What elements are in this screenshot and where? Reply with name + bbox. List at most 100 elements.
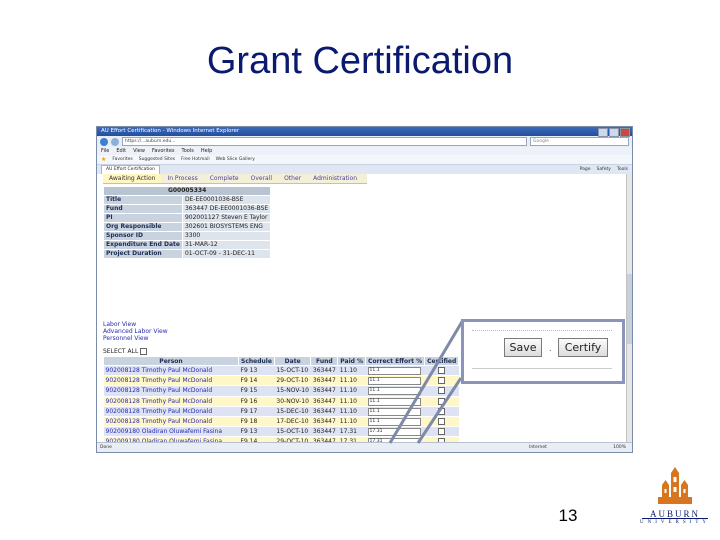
- scroll-thumb[interactable]: [627, 274, 632, 344]
- person-link[interactable]: 902008128 Timothy Paul McDonald: [103, 375, 239, 387]
- advanced-labor-view-link[interactable]: Advanced Labor View: [103, 328, 168, 335]
- suggested-sites-link[interactable]: Suggested Sites: [139, 155, 175, 164]
- certified-checkbox[interactable]: [438, 397, 446, 405]
- correct-effort-input[interactable]: 11.1: [367, 387, 421, 396]
- menu-view[interactable]: View: [133, 147, 145, 155]
- paid-cell: 11.10: [337, 365, 366, 377]
- tab-awaiting-action[interactable]: Awaiting Action: [103, 174, 162, 183]
- tab-in-process[interactable]: In Process: [161, 174, 203, 183]
- page-menu[interactable]: Page: [580, 166, 591, 174]
- menu-favorites[interactable]: Favorites: [152, 147, 175, 155]
- menu-bar: File Edit View Favorites Tools Help: [97, 147, 632, 155]
- browser-tab[interactable]: AU Effort Certification: [101, 165, 161, 174]
- certified-checkbox[interactable]: [438, 367, 446, 375]
- close-button[interactable]: [620, 128, 630, 137]
- menu-edit[interactable]: Edit: [116, 147, 126, 155]
- date-cell: 17-DEC-10: [274, 416, 311, 428]
- favorites-button[interactable]: Favorites: [112, 155, 132, 164]
- vertical-scrollbar[interactable]: [626, 174, 632, 442]
- paid-cell: 11.10: [337, 396, 366, 407]
- save-button[interactable]: Save: [504, 338, 542, 357]
- certified-checkbox[interactable]: [438, 428, 446, 436]
- info-label: Sponsor ID: [103, 231, 183, 241]
- paid-cell: 17.31: [337, 426, 366, 438]
- person-link[interactable]: 902008128 Timothy Paul McDonald: [103, 385, 239, 397]
- tab-other[interactable]: Other: [278, 174, 307, 183]
- correct-effort-input[interactable]: 11.1: [367, 407, 421, 416]
- person-link[interactable]: 902008128 Timothy Paul McDonald: [103, 396, 239, 407]
- schedule-cell: F9 17: [238, 406, 275, 417]
- status-bar: Done Internet 100%: [97, 442, 632, 452]
- certified-cell: [424, 416, 459, 428]
- free-hotmail-link[interactable]: Free Hotmail: [181, 155, 210, 164]
- correct-effort-input[interactable]: 11.1: [367, 397, 421, 406]
- select-all: SELECT ALL: [103, 348, 148, 355]
- info-value: 363447 DE-EE0001036-BSE: [181, 204, 272, 214]
- tab-complete[interactable]: Complete: [204, 174, 245, 183]
- person-link[interactable]: 902008128 Timothy Paul McDonald: [103, 365, 239, 377]
- date-cell: 29-OCT-10: [274, 375, 311, 387]
- zoom-level[interactable]: 100%: [613, 443, 626, 452]
- schedule-cell: F9 14: [238, 375, 275, 387]
- certified-cell: [424, 385, 459, 397]
- correct-effort-input[interactable]: 17.31: [367, 428, 421, 437]
- labor-view-link[interactable]: Labor View: [103, 321, 168, 328]
- certified-checkbox[interactable]: [438, 407, 446, 415]
- info-label: Org Responsible: [103, 222, 183, 232]
- zoom-callout: Save . Certify: [461, 319, 625, 384]
- menu-file[interactable]: File: [101, 147, 109, 155]
- col-paid: Paid %: [337, 356, 367, 366]
- col-date: Date: [273, 356, 312, 366]
- date-cell: 30-NOV-10: [274, 396, 311, 407]
- view-links: Labor View Advanced Labor View Personnel…: [103, 321, 168, 342]
- date-cell: 15-DEC-10: [274, 406, 311, 417]
- search-input[interactable]: Google: [530, 137, 629, 146]
- table-row: 902008128 Timothy Paul McDonald F9 14 29-O…: [103, 375, 459, 387]
- person-link[interactable]: 902008128 Timothy Paul McDonald: [103, 416, 239, 428]
- menu-tools[interactable]: Tools: [182, 147, 194, 155]
- minimize-button[interactable]: [598, 128, 608, 137]
- col-certified: Certified: [424, 356, 460, 366]
- schedule-cell: F9 13: [238, 426, 275, 438]
- favorites-star-icon: ★: [101, 156, 107, 163]
- callout-divider: [472, 368, 612, 369]
- correct-effort-input[interactable]: 11.1: [367, 377, 421, 386]
- forward-icon[interactable]: [111, 137, 119, 146]
- certified-checkbox[interactable]: [438, 377, 446, 385]
- grant-id: G00005334: [102, 186, 272, 196]
- address-row: https://...auburn.edu... Google: [97, 136, 632, 147]
- app-tabs: Awaiting Action In Process Complete Over…: [103, 174, 367, 184]
- certified-checkbox[interactable]: [438, 418, 446, 426]
- certified-checkbox[interactable]: [438, 387, 446, 395]
- person-link[interactable]: 902009180 Oladiran Oluwafemi Fasina: [103, 426, 239, 438]
- logo-rule: [642, 518, 708, 519]
- info-value: 302601 BIOSYSTEMS ENG: [181, 222, 272, 232]
- web-slice-gallery-link[interactable]: Web Slice Gallery: [216, 155, 255, 164]
- table-row: 902009180 Oladiran Oluwafemi Fasina F9 13…: [103, 426, 459, 438]
- menu-help[interactable]: Help: [201, 147, 212, 155]
- tools-menu[interactable]: Tools: [617, 166, 628, 174]
- logo-subtext: UNIVERSITY: [640, 520, 710, 525]
- tab-administration[interactable]: Administration: [307, 174, 363, 183]
- correct-effort-input[interactable]: 11.1: [367, 367, 421, 376]
- person-link[interactable]: 902008128 Timothy Paul McDonald: [103, 406, 239, 417]
- correct-effort-cell: 17.31: [365, 426, 425, 438]
- back-icon[interactable]: [100, 137, 108, 146]
- paid-cell: 11.10: [337, 375, 366, 387]
- tab-overall[interactable]: Overall: [245, 174, 278, 183]
- personnel-view-link[interactable]: Personnel View: [103, 335, 168, 342]
- safety-menu[interactable]: Safety: [597, 166, 611, 174]
- col-fund: Fund: [310, 356, 339, 366]
- maximize-button[interactable]: [609, 128, 619, 137]
- schedule-cell: F9 13: [238, 365, 275, 377]
- effort-table: Person Schedule Date Fund Paid % Correct…: [103, 356, 460, 442]
- select-all-checkbox[interactable]: [140, 348, 148, 355]
- fund-cell: 363447: [310, 396, 338, 407]
- certify-button[interactable]: Certify: [558, 338, 608, 357]
- info-value: DE-EE0001036-BSE: [181, 195, 272, 205]
- date-cell: 15-NOV-10: [274, 385, 311, 397]
- correct-effort-input[interactable]: 11.1: [367, 418, 421, 427]
- address-bar[interactable]: https://...auburn.edu...: [122, 137, 527, 146]
- favorites-bar: ★ Favorites Suggested Sites Free Hotmail…: [97, 155, 632, 165]
- info-value: 3300: [181, 231, 272, 241]
